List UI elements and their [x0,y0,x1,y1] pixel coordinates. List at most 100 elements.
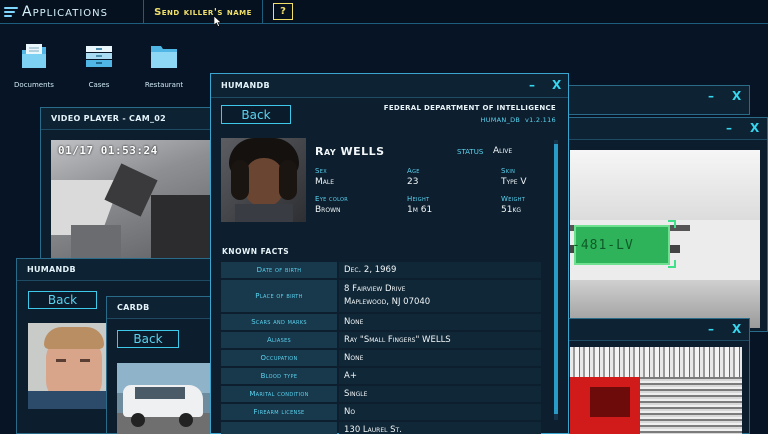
cctv-feed [51,140,211,258]
window-titlebar [556,319,749,341]
window-title: CARDB [107,297,213,319]
attr-sex: Sex Male [315,167,334,187]
attr-value: Brown [315,205,341,215]
cardb-window[interactable]: CARDB Back [106,296,214,434]
back-button[interactable]: Back [28,291,97,309]
fact-value: Ray "Small Fingers" WELLS [339,332,541,348]
fact-label: Marital condition [221,386,337,402]
fact-label: Date of birth [221,262,337,278]
cases-icon [86,46,112,67]
attr-age: Age 23 [407,167,420,187]
attr-label: Age [407,167,420,175]
fact-value: A+ [339,368,541,384]
close-icon[interactable]: X [552,78,561,92]
attr-height: Height 1m 61 [407,195,432,215]
video-timestamp: 01/17 01:53:24 [58,144,158,157]
fact-value: None [339,350,541,366]
window-title: VIDEO PLAYER - CAM_02 [41,108,214,130]
documents-icon [22,44,46,68]
desktop-icon-label: Restaurant [144,81,184,89]
taskbar: Applications Send killer's name ? [0,0,768,24]
window-title: HUMANDB [211,74,568,98]
fact-value: Single [339,386,541,402]
attr-label: Eye color [315,195,349,203]
window-titlebar [556,118,767,140]
table-row: Place of birth 8 Fairview Drive Maplewoo… [221,280,541,312]
attr-value: 23 [407,177,419,187]
scrollbar[interactable] [554,140,558,420]
plate-camera-window[interactable]: – X -481-LV [555,117,768,332]
fact-label: Aliases [221,332,337,348]
table-row: Firearm license No [221,404,541,420]
table-row: Scars and marks None [221,314,541,330]
window-title: HUMANDB [17,259,210,281]
table-row: Blood type A+ [221,368,541,384]
applications-label: Applications [22,4,108,20]
table-row: Marital condition Single [221,386,541,402]
help-button[interactable]: ? [273,3,293,20]
folder-icon [151,46,177,68]
attr-label: Weight [501,195,526,203]
attr-value: 51kg [501,205,522,215]
attr-label: Sex [315,167,327,175]
agency-header: FEDERAL DEPARTMENT OF INTELLIGENCE HUMAN… [384,104,556,124]
fact-value: Dec. 2, 1969 [339,262,541,278]
suspect-photo [28,323,118,409]
attr-label: Skin [501,167,516,175]
fact-value: None [339,314,541,330]
fact-label [221,422,337,434]
status-label: STATUS [457,148,484,156]
table-row: Aliases Ray "Small Fingers" WELLS [221,332,541,348]
subject-portrait [221,138,306,222]
desktop-icon-documents[interactable]: Documents [4,42,64,89]
minimize-icon[interactable]: – [529,78,535,92]
back-button[interactable]: Back [117,330,179,348]
fact-value: No [339,404,541,420]
close-icon[interactable]: X [732,89,741,103]
table-row: Date of birth Dec. 2, 1969 [221,262,541,278]
plate-text: -481-LV [572,238,634,253]
close-icon[interactable]: X [732,322,741,336]
plate-camera-feed: -481-LV [570,150,760,328]
video-player-window[interactable]: VIDEO PLAYER - CAM_02 01/17 01:53:24 [40,107,215,259]
fact-value: 130 Laurel St. [339,422,541,434]
version-number: v1.2.116 [524,116,556,124]
minimize-icon[interactable]: – [708,89,714,103]
fact-label: Scars and marks [221,314,337,330]
attr-weight: Weight 51kg [501,195,525,215]
cursor-icon [214,16,222,27]
status-value: Alive [493,146,513,156]
desktop-icon-restaurant[interactable]: Restaurant [134,42,194,89]
applications-menu[interactable]: Applications [4,3,108,21]
humandb-window-main[interactable]: HUMANDB – X Back FEDERAL DEPARTMENT OF I… [210,73,569,434]
minimize-icon[interactable]: – [708,322,714,336]
known-facts-table: Date of birth Dec. 2, 1969 Place of birt… [221,262,541,434]
minimize-icon[interactable]: – [726,121,732,135]
desktop-icon-label: Cases [88,81,110,89]
attr-skin: Skin Type V [501,167,527,187]
subject-name: Ray WELLS [315,145,385,158]
attr-value: Male [315,177,335,187]
fact-label: Firearm license [221,404,337,420]
attr-value: 1m 61 [407,205,433,215]
agency-name: FEDERAL DEPARTMENT OF INTELLIGENCE [383,104,556,112]
scrollbar-thumb[interactable] [554,144,558,414]
attr-eye-color: Eye color Brown [315,195,348,215]
db-version: HUMAN_DB v1.2.116 [384,116,556,124]
send-killer-name-tab[interactable]: Send killer's name [143,0,263,24]
fact-value: 8 Fairview Drive Maplewood, NJ 07040 [339,280,541,312]
close-icon[interactable]: X [750,121,759,135]
fact-label: Place of birth [221,280,337,312]
background-window-1[interactable]: – X [555,85,750,115]
table-row: 130 Laurel St. [221,422,541,434]
fact-value-line: 8 Fairview Drive [344,284,406,294]
video-feed [570,347,742,434]
desktop-icon-cases[interactable]: Cases [69,42,129,89]
video-feed-window[interactable]: – X [555,318,750,434]
fact-value-line: Maplewood, NJ 07040 [344,297,431,307]
table-row: Occupation None [221,350,541,366]
menu-icon [4,7,18,17]
car-photo [117,363,213,434]
attr-label: Height [407,195,430,203]
back-button[interactable]: Back [221,105,291,124]
